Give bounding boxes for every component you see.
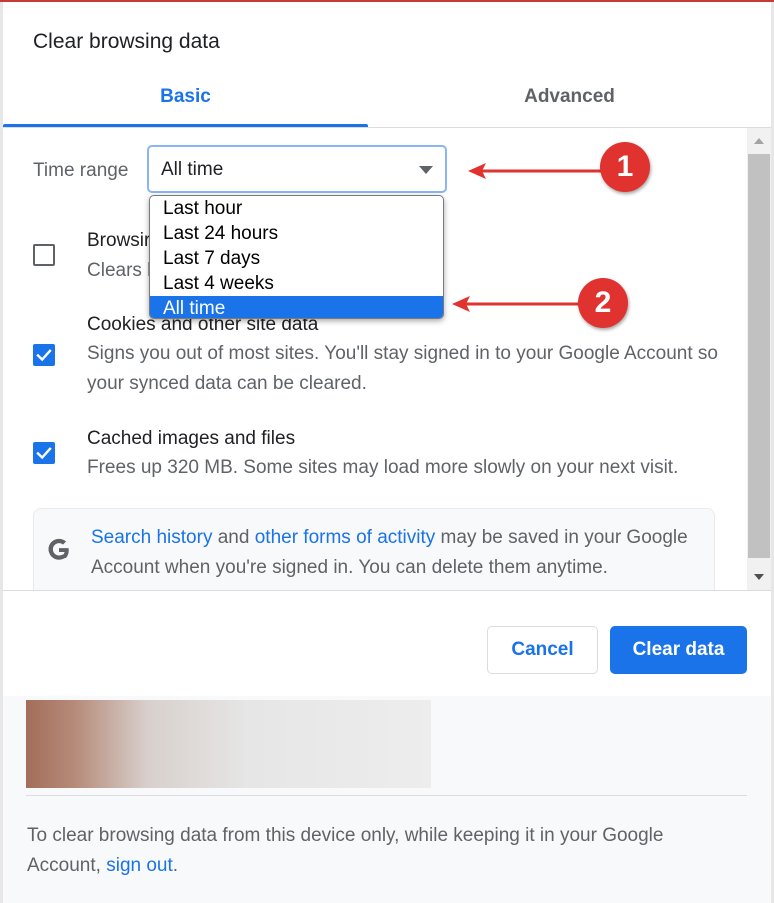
annotation-badge-2: 2 <box>578 278 628 328</box>
sign-out-link[interactable]: sign out <box>106 855 173 876</box>
cancel-button[interactable]: Cancel <box>487 626 598 674</box>
cookies-desc: Signs you out of most sites. You'll stay… <box>87 343 718 394</box>
tab-basic[interactable]: Basic <box>3 86 368 108</box>
footer-text: To clear browsing data from this device … <box>27 821 727 881</box>
option-all-time[interactable]: All time <box>150 296 443 318</box>
time-range-value: All time <box>161 159 224 180</box>
content-scrollbar[interactable] <box>747 128 771 590</box>
annotation-arrow-2 <box>452 296 584 312</box>
option-last-hour[interactable]: Last hour <box>150 196 443 221</box>
google-g-icon <box>48 538 69 560</box>
cache-desc: Frees up 320 MB. Some sites may load mor… <box>87 457 679 478</box>
clear-data-button[interactable]: Clear data <box>610 626 747 674</box>
info-text: Search history and other forms of activi… <box>91 523 711 583</box>
cookies-checkbox[interactable] <box>33 344 55 366</box>
search-history-link[interactable]: Search history <box>91 527 212 548</box>
checkmark-icon <box>36 349 52 362</box>
option-last-4-weeks[interactable]: Last 4 weeks <box>150 271 443 296</box>
other-activity-link[interactable]: other forms of activity <box>255 527 436 548</box>
dialog-footer: To clear browsing data from this device … <box>3 696 771 903</box>
option-last-24-hours[interactable]: Last 24 hours <box>150 221 443 246</box>
time-range-dropdown: Last hour Last 24 hours Last 7 days Last… <box>149 195 444 319</box>
chevron-down-icon <box>419 166 433 174</box>
time-range-label: Time range <box>33 160 129 181</box>
footer-text-end: . <box>172 855 179 876</box>
browsing-history-title: Browsir <box>87 230 151 251</box>
clear-browsing-data-dialog: Clear browsing data Basic Advanced Time … <box>3 2 771 903</box>
browsing-history-checkbox[interactable] <box>33 244 55 266</box>
cache-title: Cached images and files <box>87 428 296 449</box>
info-text-part: and <box>212 527 255 548</box>
annotation-arrow-1 <box>468 163 604 179</box>
time-range-select[interactable]: All time <box>147 145 447 193</box>
annotation-badge-1: 1 <box>600 142 650 192</box>
account-avatar-blurred <box>26 700 431 788</box>
dialog-title: Clear browsing data <box>33 30 220 53</box>
checkmark-icon <box>36 447 52 460</box>
cache-checkbox[interactable] <box>33 442 55 464</box>
scroll-thumb[interactable] <box>748 154 770 558</box>
tab-advanced[interactable]: Advanced <box>368 86 771 108</box>
footer-divider <box>26 795 747 796</box>
scroll-down-icon[interactable] <box>754 574 764 580</box>
option-last-7-days[interactable]: Last 7 days <box>150 246 443 271</box>
scroll-up-icon[interactable] <box>754 138 764 144</box>
google-activity-info: Search history and other forms of activi… <box>33 508 715 590</box>
content-divider <box>3 590 771 591</box>
